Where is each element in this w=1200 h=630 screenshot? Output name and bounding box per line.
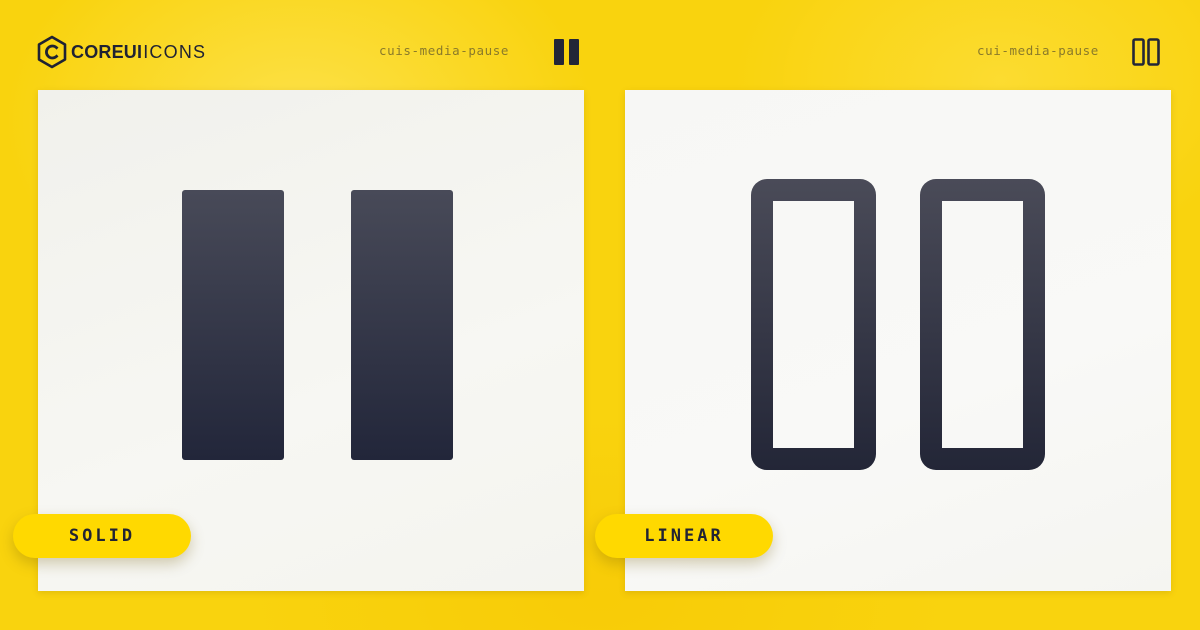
media-pause-solid-icon (554, 39, 579, 65)
solid-icon-name: cuis-media-pause (379, 43, 510, 58)
media-pause-solid-large-icon (182, 190, 453, 460)
media-pause-linear-icon (1132, 38, 1160, 66)
linear-style-badge: LINEAR (595, 514, 773, 558)
solid-style-badge: SOLID (13, 514, 191, 558)
media-pause-linear-large-icon (751, 179, 1045, 470)
linear-icon-name: cui-media-pause (977, 43, 1099, 58)
brand-logo: COREUI ICONS (36, 35, 206, 69)
brand-name-light: ICONS (143, 41, 207, 62)
coreui-logo-icon (37, 35, 67, 69)
brand-name-bold: COREUI (71, 41, 143, 62)
